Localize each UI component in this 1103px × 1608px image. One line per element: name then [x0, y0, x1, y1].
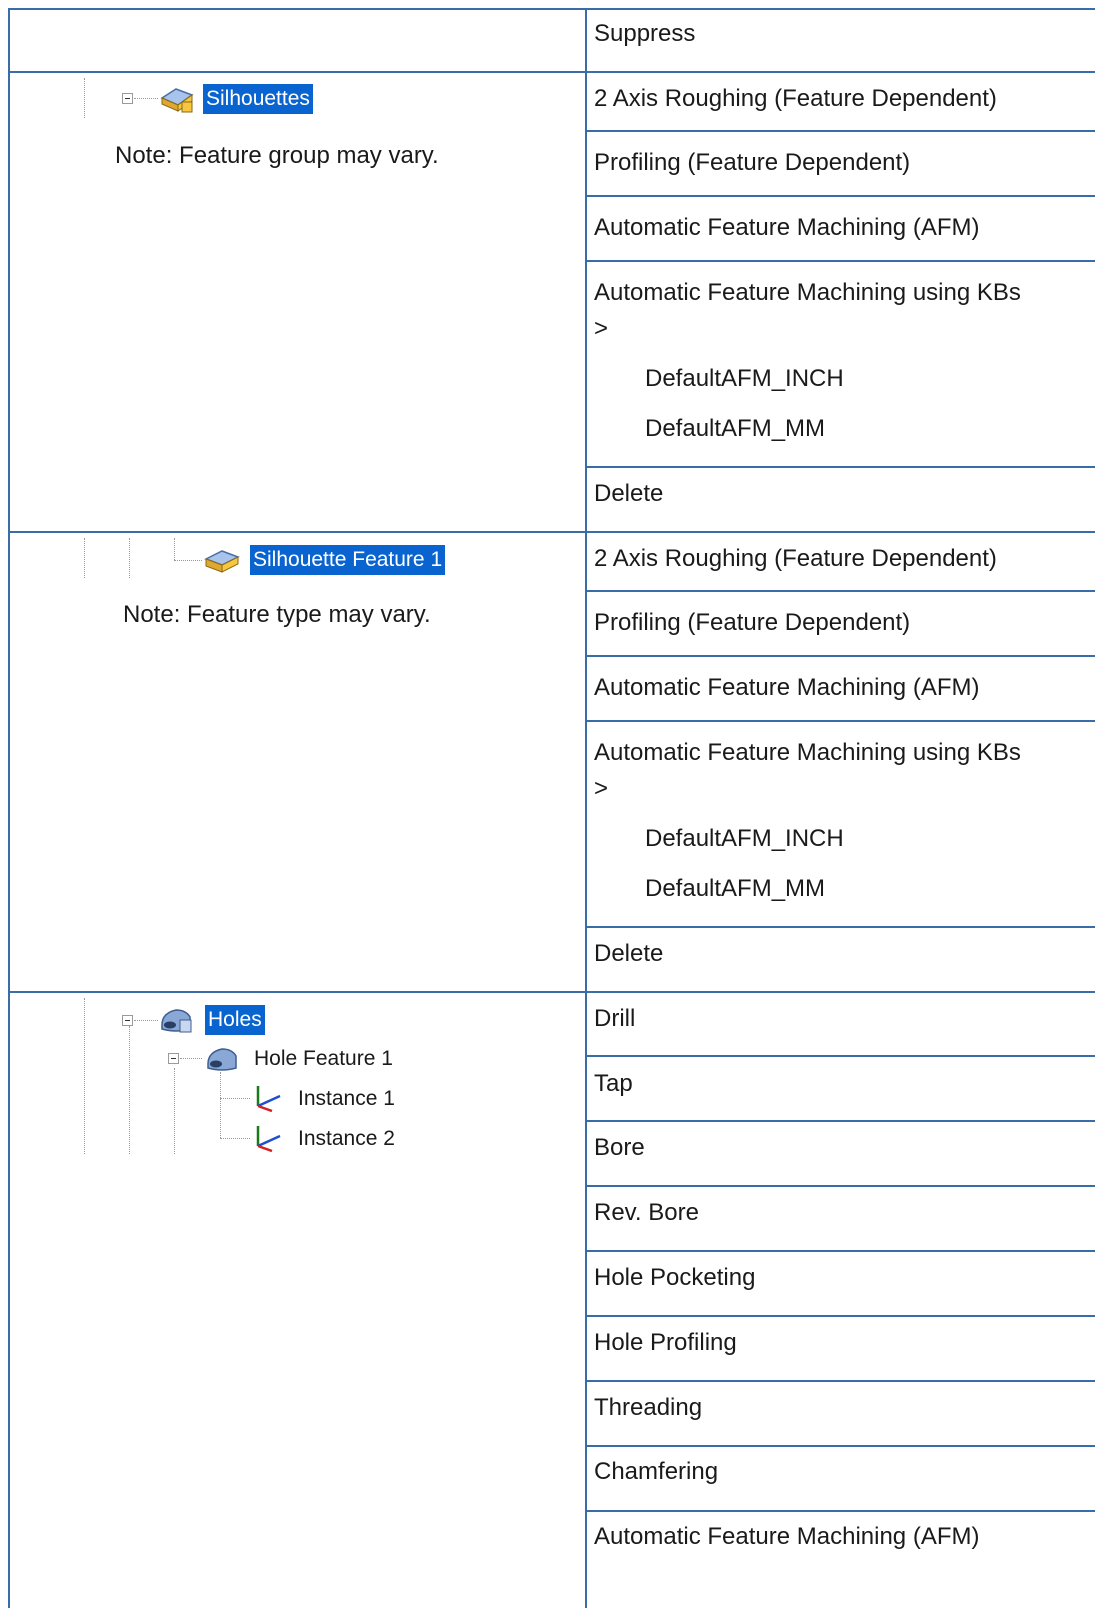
- cell-divider: [586, 195, 1095, 197]
- column-divider: [585, 8, 587, 1608]
- cell-divider: [586, 130, 1095, 132]
- tree-guide: [129, 1026, 130, 1154]
- collapse-icon[interactable]: [122, 1015, 133, 1026]
- menu-item-2axis-roughing[interactable]: 2 Axis Roughing (Feature Dependent): [594, 542, 997, 576]
- hole-feature-icon: [207, 1048, 237, 1071]
- tree-node-hole-feature[interactable]: Hole Feature 1: [251, 1044, 396, 1074]
- menu-item-tap[interactable]: Tap: [594, 1067, 633, 1101]
- menu-item-profiling[interactable]: Profiling (Feature Dependent): [594, 146, 910, 180]
- table-frame: [8, 8, 1095, 1608]
- menu-item-afm[interactable]: Automatic Feature Machining (AFM): [594, 671, 979, 705]
- tree-node-instance-1[interactable]: Instance 1: [295, 1084, 398, 1114]
- hole-group-icon: [161, 1009, 192, 1033]
- cell-divider: [586, 590, 1095, 592]
- menu-item-suppress: Suppress: [594, 20, 696, 47]
- tree-guide: [174, 538, 175, 560]
- cell-divider: [586, 1120, 1095, 1122]
- row-divider: [8, 531, 1095, 533]
- tree-connector: [220, 1098, 250, 1099]
- tree-guide: [84, 998, 85, 1154]
- menu-item-2axis-roughing[interactable]: 2 Axis Roughing (Feature Dependent): [594, 82, 997, 116]
- menu-item-afm-kbs[interactable]: Automatic Feature Machining using KBs: [594, 276, 1021, 310]
- silhouette-group-icon: [160, 88, 194, 113]
- menu-item-delete[interactable]: Delete: [594, 937, 663, 971]
- cell-divider: [586, 1380, 1095, 1382]
- tree-connector: [180, 1058, 202, 1059]
- cell-divider: [586, 466, 1095, 468]
- tree-node-instance-2[interactable]: Instance 2: [295, 1124, 398, 1154]
- row-divider: [8, 991, 1095, 993]
- cell-divider: [586, 260, 1095, 262]
- row-divider: [8, 71, 1095, 73]
- tree-node-holes[interactable]: Holes: [205, 1005, 265, 1035]
- tree-connector: [134, 98, 158, 99]
- tree-connector: [134, 1020, 158, 1021]
- tree-node-silhouettes[interactable]: Silhouettes: [203, 84, 313, 114]
- cell-divider: [586, 1250, 1095, 1252]
- menu-item-afm[interactable]: Automatic Feature Machining (AFM): [594, 1520, 979, 1554]
- tree-guide: [129, 538, 130, 578]
- note-text: Note: Feature group may vary.: [115, 142, 439, 169]
- submenu-item-mm[interactable]: DefaultAFM_MM: [645, 412, 825, 446]
- menu-item-hole-profiling[interactable]: Hole Profiling: [594, 1326, 737, 1360]
- menu-item-afm[interactable]: Automatic Feature Machining (AFM): [594, 211, 979, 245]
- menu-item-bore[interactable]: Bore: [594, 1131, 645, 1165]
- tree-guide: [174, 1068, 175, 1154]
- menu-item-hole-pocketing[interactable]: Hole Pocketing: [594, 1261, 755, 1295]
- instance-axis-icon: [256, 1126, 281, 1152]
- menu-item-chamfering[interactable]: Chamfering: [594, 1455, 718, 1489]
- silhouette-feature-icon: [204, 550, 240, 573]
- cell-divider: [586, 1315, 1095, 1317]
- tree-connector: [174, 560, 202, 561]
- submenu-arrow: >: [594, 775, 609, 802]
- cell-divider: [586, 926, 1095, 928]
- cell-divider: [586, 1055, 1095, 1057]
- submenu-item-inch[interactable]: DefaultAFM_INCH: [645, 362, 844, 396]
- note-text: Note: Feature type may vary.: [123, 601, 431, 628]
- menu-item-delete[interactable]: Delete: [594, 477, 663, 511]
- menu-item-drill[interactable]: Drill: [594, 1002, 635, 1036]
- menu-item-afm-kbs[interactable]: Automatic Feature Machining using KBs: [594, 736, 1021, 770]
- cell-divider: [586, 1510, 1095, 1512]
- collapse-icon[interactable]: [168, 1053, 179, 1064]
- instance-axis-icon: [256, 1086, 281, 1112]
- cell-divider: [586, 720, 1095, 722]
- tree-guide: [84, 78, 85, 118]
- submenu-arrow: >: [594, 315, 609, 342]
- tree-connector: [220, 1138, 250, 1139]
- menu-item-threading[interactable]: Threading: [594, 1391, 702, 1425]
- cell-divider: [586, 1445, 1095, 1447]
- submenu-item-mm[interactable]: DefaultAFM_MM: [645, 872, 825, 906]
- submenu-item-inch[interactable]: DefaultAFM_INCH: [645, 822, 844, 856]
- tree-guide: [220, 1072, 221, 1138]
- cell-divider: [586, 1185, 1095, 1187]
- cell-divider: [586, 655, 1095, 657]
- collapse-icon[interactable]: [122, 93, 133, 104]
- tree-guide: [84, 538, 85, 578]
- tree-node-silhouette-feature[interactable]: Silhouette Feature 1: [250, 545, 446, 575]
- menu-item-rev-bore[interactable]: Rev. Bore: [594, 1196, 699, 1230]
- menu-item-profiling[interactable]: Profiling (Feature Dependent): [594, 606, 910, 640]
